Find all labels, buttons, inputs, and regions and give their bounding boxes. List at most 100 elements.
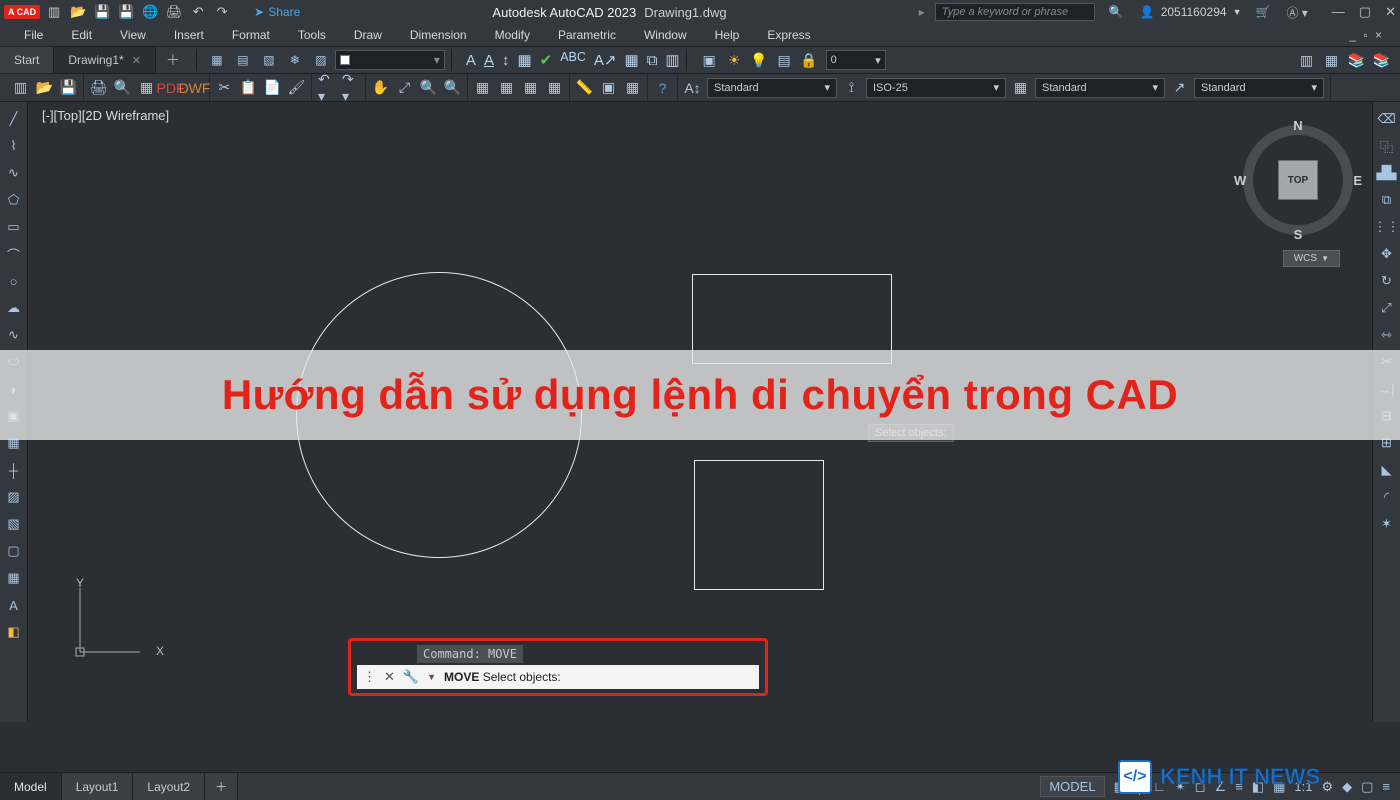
tab-start[interactable]: Start — [0, 47, 54, 73]
fillet-icon[interactable]: ◜ — [1378, 488, 1396, 506]
chamfer-icon[interactable]: ◣ — [1378, 461, 1396, 479]
model-badge[interactable]: MODEL — [1040, 776, 1104, 797]
customize-icon[interactable]: ≡ — [1382, 779, 1390, 794]
help-icon[interactable]: ? — [654, 79, 671, 96]
web-icon[interactable]: 🌐 — [142, 4, 158, 20]
search-caret-icon[interactable]: ▸ — [919, 5, 925, 19]
new-icon[interactable]: ▥ — [46, 4, 62, 20]
menu-draw[interactable]: Draw — [340, 26, 396, 44]
hatch-icon[interactable]: ▨ — [5, 488, 23, 506]
redo-icon[interactable]: ↷ ▾ — [342, 79, 359, 96]
undo-icon[interactable]: ↶ — [190, 4, 206, 20]
layer-dropdown[interactable]: ▾ — [335, 50, 445, 70]
sun-icon[interactable]: ☀ — [726, 52, 743, 69]
copy-icon[interactable]: ⿻ — [1378, 137, 1396, 155]
compass-s[interactable]: S — [1294, 227, 1303, 242]
menu-window[interactable]: Window — [630, 26, 701, 44]
publish-icon[interactable]: ▦ — [138, 79, 155, 96]
pdf-icon[interactable]: PDF — [162, 79, 179, 96]
cut-icon[interactable]: ✂ — [216, 79, 233, 96]
search-input[interactable]: Type a keyword or phrase — [935, 3, 1095, 21]
offset-icon[interactable]: ⧉ — [1378, 191, 1396, 209]
book-icon[interactable]: 📚 — [1348, 52, 1365, 69]
design-center-icon[interactable]: ▦ — [498, 79, 515, 96]
cmd-caret-icon[interactable]: ▼ — [427, 672, 436, 682]
drawing-rectangle-2[interactable] — [694, 460, 824, 590]
doc-window-controls[interactable]: _ ▫ × — [1349, 28, 1390, 42]
cart-icon[interactable]: 🛒 — [1255, 5, 1270, 19]
compass-e[interactable]: E — [1353, 173, 1362, 188]
zoom-prev-icon[interactable]: 🔍 — [444, 79, 461, 96]
add-layout-button[interactable]: ＋ — [205, 773, 238, 800]
tab-layout2[interactable]: Layout2 — [133, 773, 205, 800]
menu-dimension[interactable]: Dimension — [396, 26, 481, 44]
dwf-icon[interactable]: DWF — [186, 79, 203, 96]
table-icon[interactable]: ▦ — [5, 569, 23, 587]
move-icon[interactable]: ✥ — [1378, 245, 1396, 263]
close-icon[interactable]: ✕ — [1385, 4, 1396, 20]
field-icon[interactable]: ⧉ — [647, 52, 658, 69]
maximize-icon[interactable]: ▢ — [1359, 4, 1371, 20]
copy-icon[interactable]: 📋 — [240, 79, 257, 96]
menu-view[interactable]: View — [106, 26, 160, 44]
scale-icon[interactable]: ⤢ — [1378, 299, 1396, 317]
text-style-dropdown[interactable]: Standard▾ — [707, 78, 837, 98]
zoom-icon[interactable]: ⤢ — [396, 79, 413, 96]
explode-icon[interactable]: ✶ — [1378, 515, 1396, 533]
new-icon[interactable]: ▥ — [12, 79, 29, 96]
undo-icon[interactable]: ↶ ▾ — [318, 79, 335, 96]
tool-palette-icon[interactable]: ▦ — [522, 79, 539, 96]
table-icon[interactable]: ▦ — [625, 51, 639, 69]
scale-icon[interactable]: ▥ — [665, 51, 679, 69]
dimension-icon[interactable]: ↕ — [502, 52, 510, 69]
mirror-icon[interactable]: ▟▙ — [1378, 164, 1396, 182]
open-icon[interactable]: 📂 — [36, 79, 53, 96]
menu-edit[interactable]: Edit — [57, 26, 106, 44]
menu-express[interactable]: Express — [753, 26, 824, 44]
tab-model[interactable]: Model — [0, 773, 62, 800]
wcs-label[interactable]: WCS▼ — [1283, 250, 1340, 267]
insert-block-icon[interactable]: ▣ — [701, 52, 718, 69]
stretch-icon[interactable]: ⇿ — [1378, 326, 1396, 344]
dim-style-dropdown[interactable]: ISO-25▾ — [866, 78, 1006, 98]
view-icon[interactable]: ▤ — [776, 52, 793, 69]
book2-icon[interactable]: 📚 — [1373, 52, 1390, 69]
circle-icon[interactable]: ○ — [5, 272, 23, 290]
layer-lock-icon[interactable]: ▨ — [313, 52, 329, 68]
open-icon[interactable]: 📂 — [70, 4, 86, 20]
array-icon[interactable]: ⋮⋮ — [1378, 218, 1396, 236]
addsel-icon[interactable]: ◧ — [5, 623, 23, 641]
polygon-icon[interactable]: ⬠ — [5, 191, 23, 209]
preview-icon[interactable]: 🔍 — [114, 79, 131, 96]
line-icon[interactable]: ╱ — [5, 110, 23, 128]
mleaderstyle-icon[interactable]: ↗ — [1171, 79, 1188, 96]
match-icon[interactable]: 🖌 — [288, 79, 305, 96]
saveas-icon[interactable]: 💾 — [118, 4, 134, 20]
cmd-handle-icon[interactable]: ⋮ — [363, 669, 376, 685]
hatch-icon[interactable]: ▦ — [517, 51, 531, 69]
properties-icon[interactable]: ▦ — [474, 79, 491, 96]
print-icon[interactable]: 🖨 — [90, 79, 107, 96]
point-icon[interactable]: ┼ — [5, 461, 23, 479]
mtext-icon[interactable]: A — [5, 596, 23, 614]
spline-icon[interactable]: ∿ — [5, 326, 23, 344]
revcloud-icon[interactable]: ☁ — [5, 299, 23, 317]
arc-icon[interactable]: ⌒ — [5, 245, 23, 263]
leader-icon[interactable]: A↗ — [594, 51, 617, 69]
menu-format[interactable]: Format — [218, 26, 284, 44]
bulb-icon[interactable]: 💡 — [751, 52, 768, 69]
search-icon[interactable]: 🔍 — [1109, 5, 1124, 19]
mleader-style-dropdown[interactable]: Standard▾ — [1194, 78, 1324, 98]
group-edit-icon[interactable]: ▦ — [1323, 52, 1340, 69]
compass-n[interactable]: N — [1293, 118, 1302, 133]
view-cube[interactable]: N S E W TOP — [1238, 120, 1358, 240]
menu-help[interactable]: Help — [701, 26, 754, 44]
erase-icon[interactable]: ⌫ — [1378, 110, 1396, 128]
layer-props-icon[interactable]: ▦ — [209, 52, 225, 68]
layer-number-dropdown[interactable]: 0 ▾ — [826, 50, 886, 70]
share-button[interactable]: ➤ Share — [254, 5, 300, 19]
save-icon[interactable]: 💾 — [94, 4, 110, 20]
cmd-close-icon[interactable]: ✕ — [384, 669, 395, 685]
save-icon[interactable]: 💾 — [60, 79, 77, 96]
check-icon[interactable]: ✔ — [540, 51, 553, 69]
